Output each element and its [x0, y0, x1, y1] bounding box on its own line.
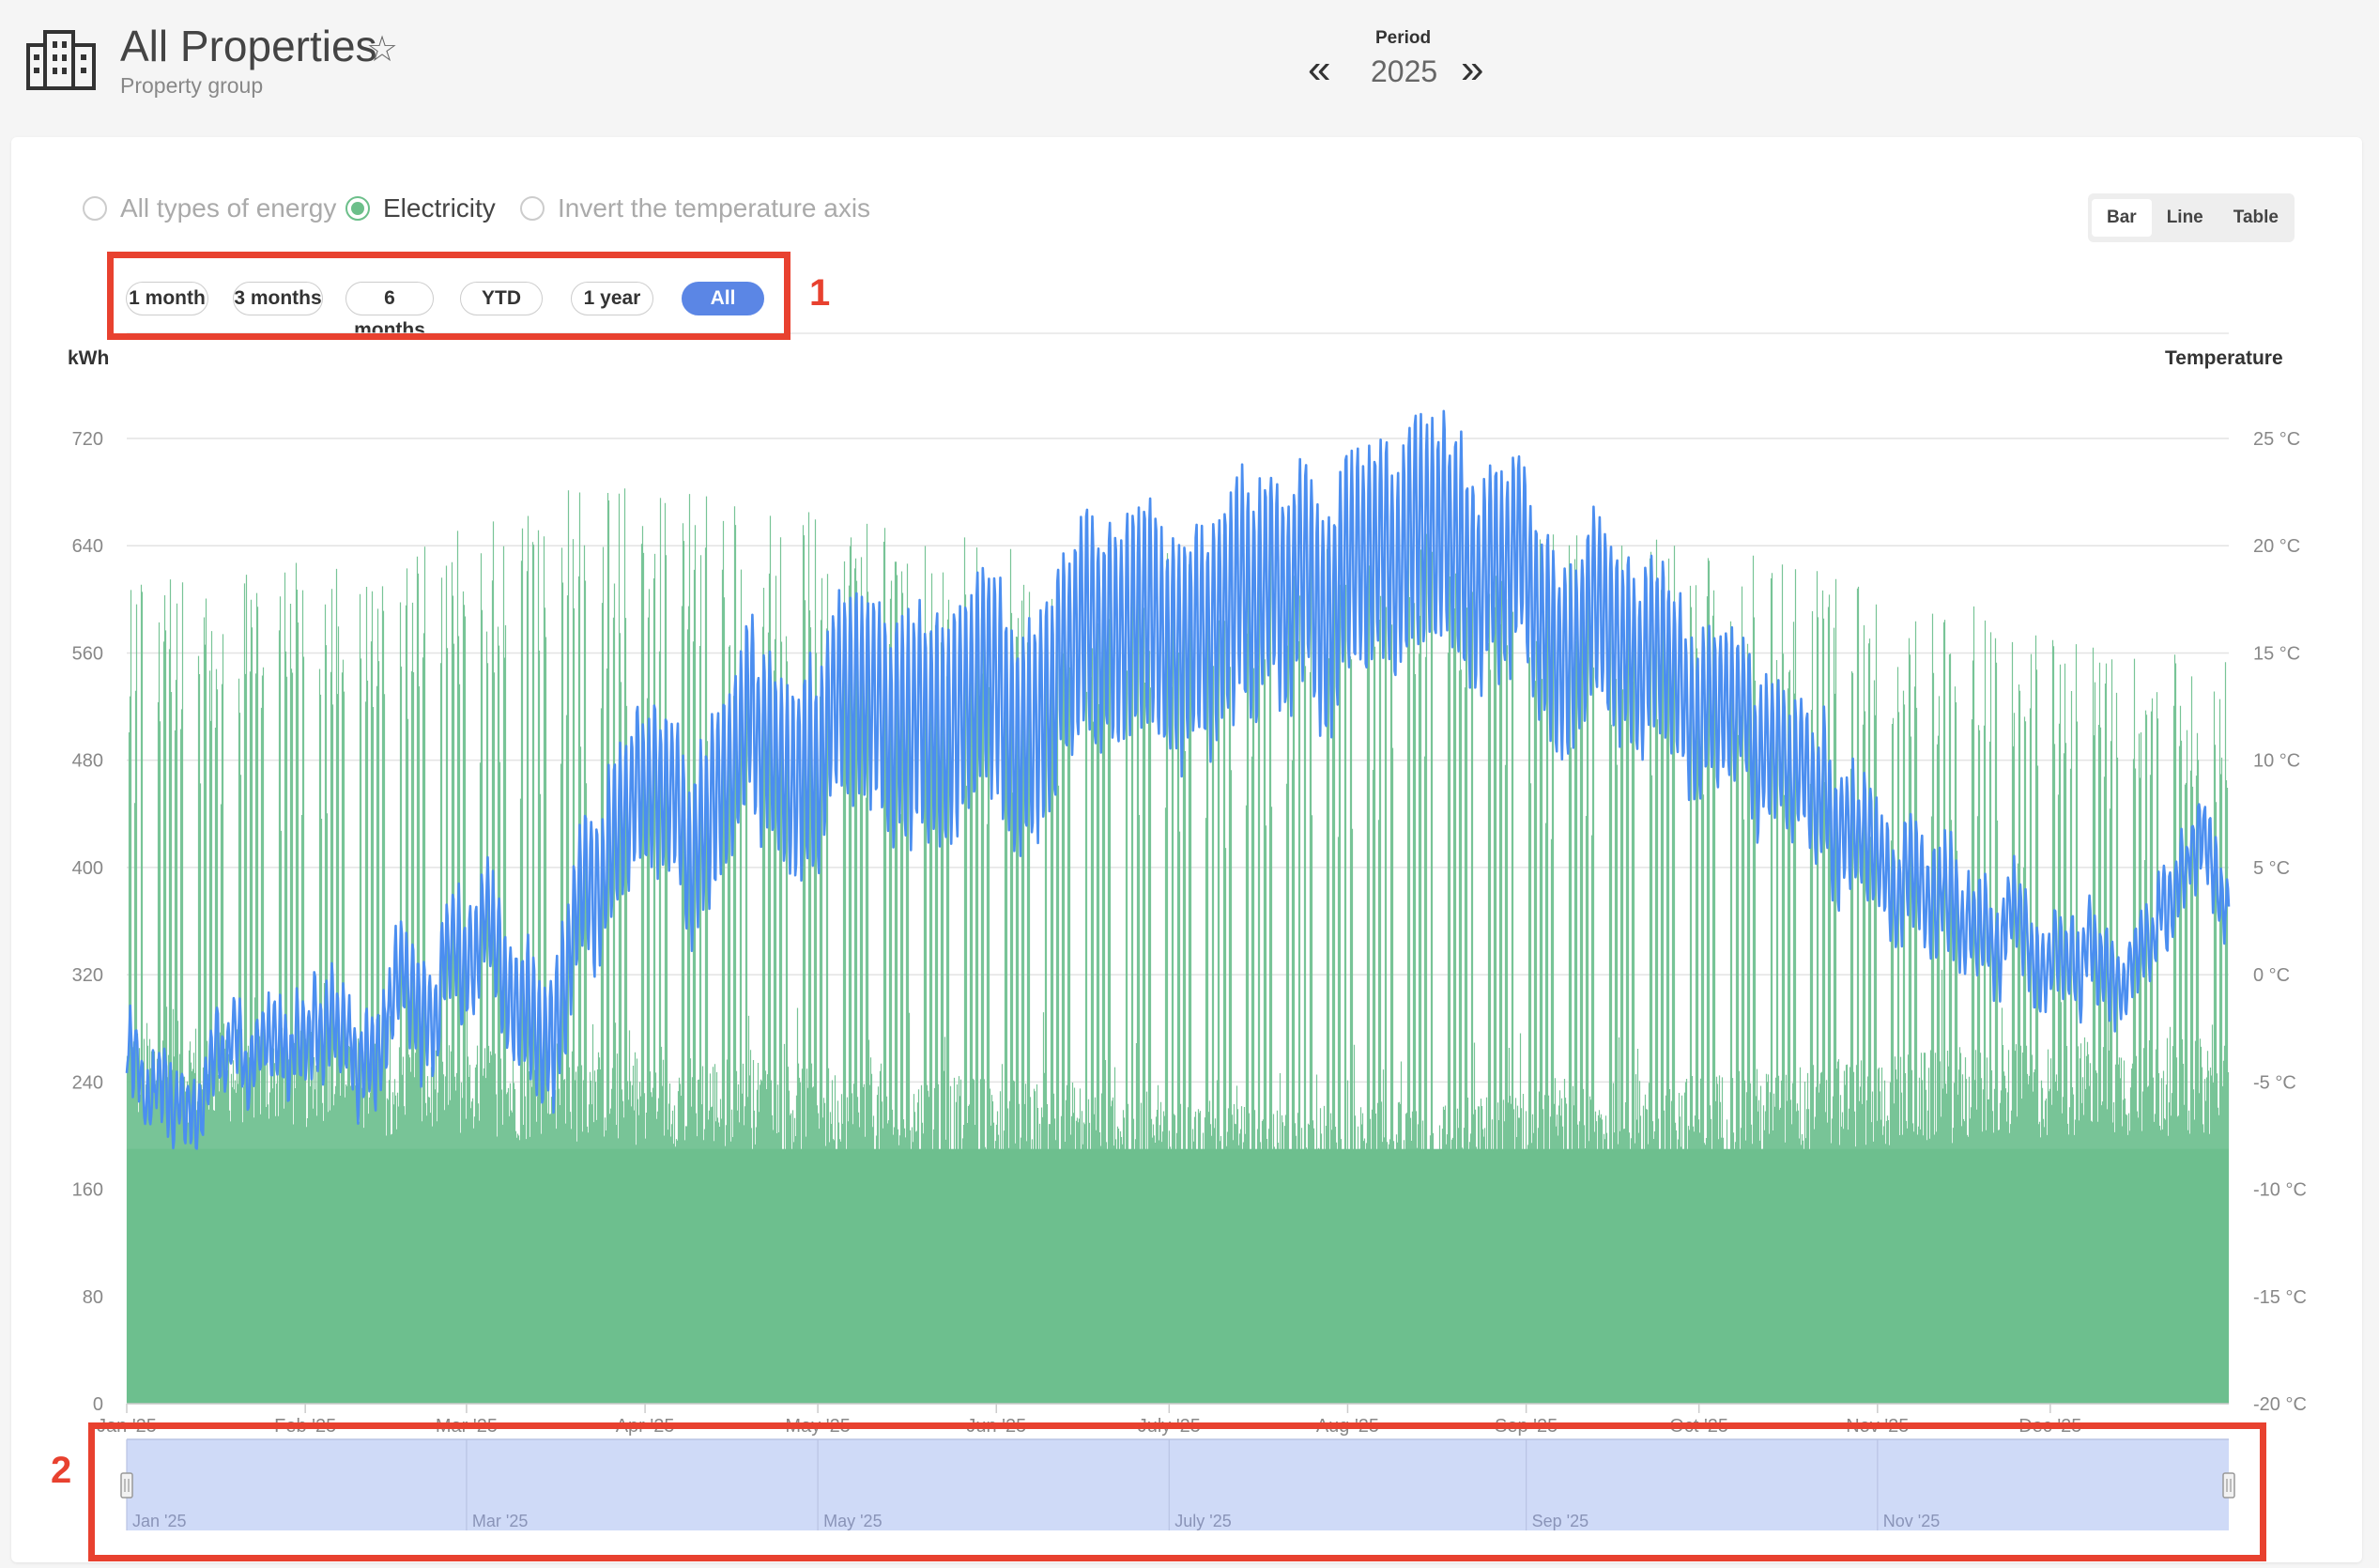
- y-tick-label-left: 320: [72, 965, 103, 986]
- y-tick-label-left: 640: [72, 536, 103, 557]
- energy-base-area: [127, 1148, 2229, 1404]
- y-tick-label-left: 560: [72, 643, 103, 664]
- y-tick-label-right: 15 °C: [2253, 643, 2300, 664]
- annotation-label-1: 1: [809, 272, 831, 314]
- y-tick-label-right: 20 °C: [2253, 536, 2300, 557]
- y-tick-label-left: 480: [72, 751, 103, 772]
- y-tick-label-right: 25 °C: [2253, 429, 2300, 450]
- y-tick-label-right: -20 °C: [2253, 1394, 2307, 1415]
- energy-chart: 0 80 160 240 320 400 480 560 640 720 -20 °C -15 °C -…: [72, 332, 2307, 1530]
- y-tick-label-left: 160: [72, 1180, 103, 1201]
- y-tick-label-left: 240: [72, 1072, 103, 1093]
- y-tick-label-left: 80: [83, 1287, 103, 1308]
- annotation-box-navigator: [88, 1422, 2266, 1561]
- annotation-box-range-buttons: [107, 252, 790, 340]
- y-tick-label-right: -15 °C: [2253, 1287, 2307, 1308]
- y-tick-label-left: 720: [72, 429, 103, 450]
- y-tick-label-right: 5 °C: [2253, 858, 2290, 879]
- y-tick-label-right: -10 °C: [2253, 1180, 2307, 1201]
- y-tick-label-right: -5 °C: [2253, 1072, 2296, 1093]
- y-tick-label-left: 400: [72, 858, 103, 879]
- y-tick-label-right: 0 °C: [2253, 965, 2290, 986]
- y-tick-label-right: 10 °C: [2253, 751, 2300, 772]
- annotation-label-2: 2: [51, 1450, 72, 1491]
- y-tick-label-left: 0: [93, 1394, 103, 1415]
